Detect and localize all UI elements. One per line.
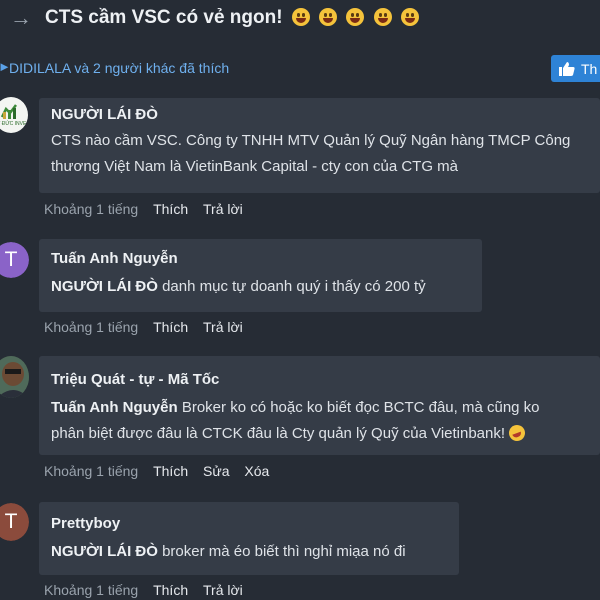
like-button-label: Th bbox=[581, 60, 598, 77]
grin-emoji-icon bbox=[319, 8, 338, 26]
like-comment-button[interactable]: Thích bbox=[153, 319, 188, 335]
reply-button[interactable]: Trả lời bbox=[203, 582, 243, 598]
mention-link[interactable]: NGƯỜI LÁI ĐÒ bbox=[51, 278, 158, 295]
comment-author[interactable]: NGƯỜI LÁI ĐÒ bbox=[51, 106, 588, 123]
avatar[interactable] bbox=[0, 356, 29, 398]
comment-body: broker mà éo biết thì nghỉ miạa nó đi bbox=[162, 543, 406, 560]
comment-time: Khoảng 1 tiếng bbox=[44, 319, 139, 335]
delete-button[interactable]: Xóa bbox=[244, 463, 269, 479]
comment-author[interactable]: Tuấn Anh Nguyễn bbox=[51, 250, 470, 267]
user-photo-icon bbox=[0, 356, 29, 398]
comment-author[interactable]: Prettyboy bbox=[51, 515, 447, 532]
thread-title: CTS cầm VSC có vẻ ngon! bbox=[45, 7, 419, 29]
comment-bubble: Tuấn Anh Nguyễn NGƯỜI LÁI ĐÒ danh mục tự… bbox=[39, 239, 482, 312]
avatar-initial: T bbox=[0, 503, 29, 541]
likes-summary-link[interactable]: DIDILALA và 2 người khác đã thích bbox=[9, 60, 229, 76]
comment-time: Khoảng 1 tiếng bbox=[44, 463, 139, 479]
comment-author[interactable]: Triệu Quát - tự - Mã Tốc bbox=[51, 371, 588, 388]
comment-bubble: Prettyboy NGƯỜI LÁI ĐÒ broker mà éo biết… bbox=[39, 502, 459, 575]
grin-emoji-icon bbox=[400, 8, 419, 26]
grin-emoji-icon bbox=[346, 8, 365, 26]
logo-caption: VIỆT ĐỨC INVEST bbox=[0, 119, 28, 127]
comment-text: NGƯỜI LÁI ĐÒ danh mục tự doanh quý i thấ… bbox=[51, 274, 470, 300]
comment-actions: Khoảng 1 tiếng Thích Sửa Xóa bbox=[44, 463, 269, 479]
comment-actions: Khoảng 1 tiếng Thích Trả lời bbox=[44, 201, 243, 217]
reply-button[interactable]: Trả lời bbox=[203, 319, 243, 335]
mention-link[interactable]: Tuấn Anh Nguyễn bbox=[51, 399, 178, 416]
comment-bubble: NGƯỜI LÁI ĐÒ CTS nào cầm VSC. Công ty TN… bbox=[39, 98, 600, 193]
comment-time: Khoảng 1 tiếng bbox=[44, 582, 139, 598]
avatar[interactable]: VIỆT ĐỨC INVEST bbox=[0, 97, 28, 133]
grin-emoji-icon bbox=[373, 8, 392, 26]
comment-text: Tuấn Anh Nguyễn Broker ko có hoặc ko biế… bbox=[51, 395, 588, 447]
comment-text: NGƯỜI LÁI ĐÒ broker mà éo biết thì nghỉ … bbox=[51, 539, 447, 565]
comment-text: CTS nào cầm VSC. Công ty TNHH MTV Quản l… bbox=[51, 132, 571, 175]
like-comment-button[interactable]: Thích bbox=[153, 463, 188, 479]
laughing-emoji-icon bbox=[506, 422, 528, 444]
comment-body-line1: Broker ko có hoặc ko biết đọc BCTC đâu, … bbox=[181, 399, 540, 416]
like-comment-button[interactable]: Thích bbox=[153, 582, 188, 598]
comment-body: danh mục tự doanh quý i thấy có 200 tỷ bbox=[162, 278, 426, 295]
comment-actions: Khoảng 1 tiếng Thích Trả lời bbox=[44, 582, 243, 598]
like-button[interactable]: Th bbox=[551, 55, 600, 82]
avatar[interactable]: T bbox=[0, 242, 29, 278]
avatar-initial: T bbox=[0, 242, 29, 278]
thread-title-text: CTS cầm VSC có vẻ ngon! bbox=[45, 7, 283, 28]
mention-link[interactable]: NGƯỜI LÁI ĐÒ bbox=[51, 543, 158, 560]
comment-body-line2: phân biệt được đâu là CTCK đâu là Cty qu… bbox=[51, 425, 506, 442]
grin-emoji-icon bbox=[291, 8, 310, 26]
comment-actions: Khoảng 1 tiếng Thích Trả lời bbox=[44, 319, 243, 335]
comment-time: Khoảng 1 tiếng bbox=[44, 201, 139, 217]
reply-button[interactable]: Trả lời bbox=[203, 201, 243, 217]
comment-bubble: Triệu Quát - tự - Mã Tốc Tuấn Anh Nguyễn… bbox=[39, 356, 600, 455]
company-logo-icon: VIỆT ĐỨC INVEST bbox=[0, 103, 28, 127]
like-comment-button[interactable]: Thích bbox=[153, 201, 188, 217]
arrow-right-icon: → bbox=[10, 5, 32, 30]
thumbs-up-icon bbox=[559, 61, 575, 76]
avatar[interactable]: T bbox=[0, 503, 29, 541]
edit-button[interactable]: Sửa bbox=[203, 463, 230, 479]
